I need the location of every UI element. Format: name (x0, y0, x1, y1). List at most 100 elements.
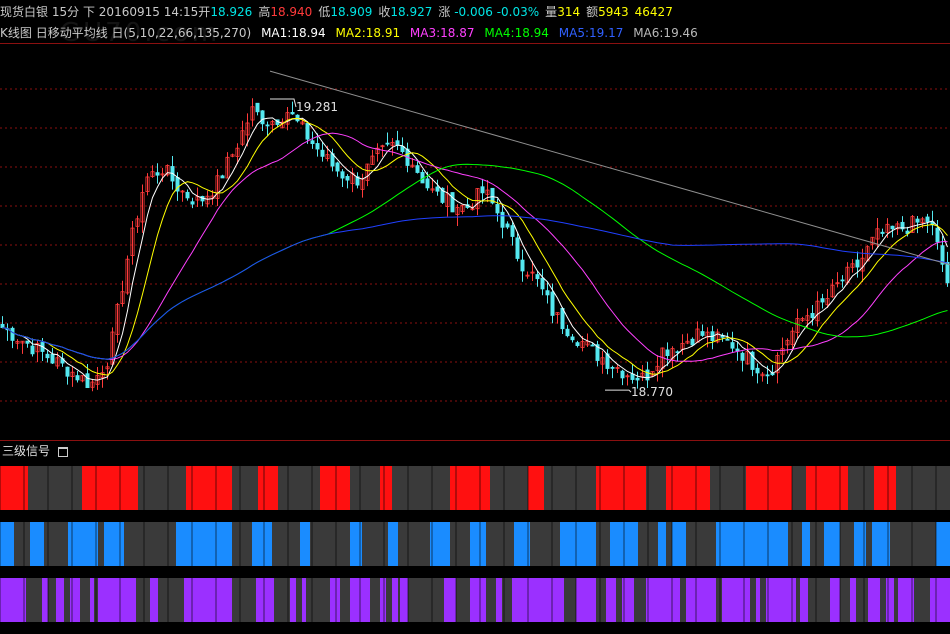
candle-body (740, 352, 745, 361)
candle-body (30, 345, 35, 355)
candle-body (690, 338, 695, 346)
candle-body (385, 142, 390, 145)
candle-body (560, 307, 565, 330)
signal-row-purple-segment (756, 578, 760, 622)
candle-body (635, 377, 640, 381)
signal-panel (0, 466, 950, 622)
candle-body (550, 291, 555, 316)
candle-body (590, 344, 595, 347)
candle-body (645, 369, 650, 381)
volume-label: 量 (545, 5, 558, 19)
signal-row-blue-segment (560, 522, 596, 566)
candle-body (75, 375, 80, 381)
signal-row-red-segment (528, 466, 544, 510)
signal-row-red-segment (186, 466, 232, 510)
ma3-value: MA3:18.87 (409, 26, 475, 40)
candle-body (610, 366, 615, 369)
amount-value: 5943 (598, 5, 629, 19)
candle-body (85, 373, 90, 389)
candle-body (290, 112, 295, 115)
candle-body (415, 165, 420, 173)
candle-body (545, 290, 550, 296)
signal-row-red-segment (380, 466, 392, 510)
ma4-value: MA4:18.94 (484, 26, 549, 40)
window-icon[interactable] (57, 446, 68, 457)
signal-row-blue-segment (872, 522, 890, 566)
ma1-value: MA1:18.94 (261, 26, 326, 40)
candle-body (500, 211, 505, 228)
signal-row-red-segment (836, 466, 848, 510)
signal-row-blue-segment (104, 522, 124, 566)
change-value: -0.006 (454, 5, 493, 19)
signal-row-purple-segment (512, 578, 564, 622)
direction-label: 下 (82, 5, 95, 19)
panel-divider (0, 440, 950, 441)
sub-panel-label[interactable]: 三级信号 (2, 444, 50, 458)
ma6-line (269, 70, 950, 266)
candle-body (255, 102, 260, 113)
candle-body (185, 191, 190, 199)
high-value: 18.940 (270, 5, 313, 19)
candle-body (435, 186, 440, 192)
candle-body (515, 237, 520, 259)
annotation-leader (605, 389, 632, 393)
candle-body (540, 277, 545, 290)
signal-row-red-segment (746, 466, 792, 510)
candle-body (620, 370, 625, 379)
signal-row-red-segment (82, 466, 138, 510)
signal-row-purple-segment (722, 578, 750, 622)
candle-body (840, 279, 845, 282)
signal-row-purple-segment (646, 578, 680, 622)
time-value: 14:15 (163, 5, 199, 19)
signal-row-red-segment (666, 466, 710, 510)
change-label: 涨 (438, 5, 451, 19)
signal-row-purple-segment (42, 578, 48, 622)
signal-row-blue-segment (30, 522, 44, 566)
candle-body (25, 340, 30, 344)
chart-type-label[interactable]: K线图 (0, 26, 32, 40)
signal-row-purple-segment (400, 578, 408, 622)
ma2-line (2, 117, 948, 376)
candlestick-chart[interactable]: 19.281 18.770 (0, 44, 950, 440)
signal-row-purple-segment (868, 578, 880, 622)
candle-body (335, 162, 340, 172)
candle-body (450, 192, 455, 213)
period-label[interactable]: 15分 (52, 5, 79, 19)
signal-row-purple-segment (830, 578, 840, 622)
signal-row-purple-segment (256, 578, 274, 622)
signal-row-red-segment (596, 466, 646, 510)
candle-body (260, 110, 265, 125)
price-annotations: 19.281 18.770 (270, 98, 673, 399)
candle-body (265, 124, 270, 127)
signal-row-red-segment (874, 466, 896, 510)
open-value: 18.926 (210, 5, 253, 19)
candle-body (305, 123, 310, 140)
candle-body (730, 342, 735, 349)
ma6-value: MA6:19.46 (633, 26, 698, 40)
ma5-value: MA5:19.17 (558, 26, 624, 40)
signal-row-blue-segment (658, 522, 666, 566)
signal-row-red-segment (320, 466, 350, 510)
signal-row-purple-segment (380, 578, 386, 622)
instrument-name[interactable]: 现货白银 (0, 5, 48, 19)
candle-body (0, 323, 5, 329)
signal-row-purple-segment (330, 578, 340, 622)
change-pct-value: -0.03% (496, 5, 540, 19)
candle-body (320, 149, 325, 157)
signal-row-blue-segment (470, 522, 486, 566)
candle-body (945, 261, 950, 284)
candle-body (630, 373, 635, 380)
candle-body (480, 186, 485, 194)
date-value: 20160915 (98, 5, 160, 19)
candle-body (495, 204, 500, 214)
amount-label: 额 (586, 5, 599, 19)
sub-panel-header: 三级信号 (2, 442, 68, 460)
signal-row-purple-segment (496, 578, 502, 622)
signal-row-purple-segment (302, 578, 306, 622)
signal-row-purple-segment (686, 578, 716, 622)
candle-body (735, 348, 740, 352)
candle-body (65, 366, 70, 377)
candle-body (765, 374, 770, 377)
signal-row-blue-segment (430, 522, 450, 566)
signal-row-blue-segment (388, 522, 398, 566)
